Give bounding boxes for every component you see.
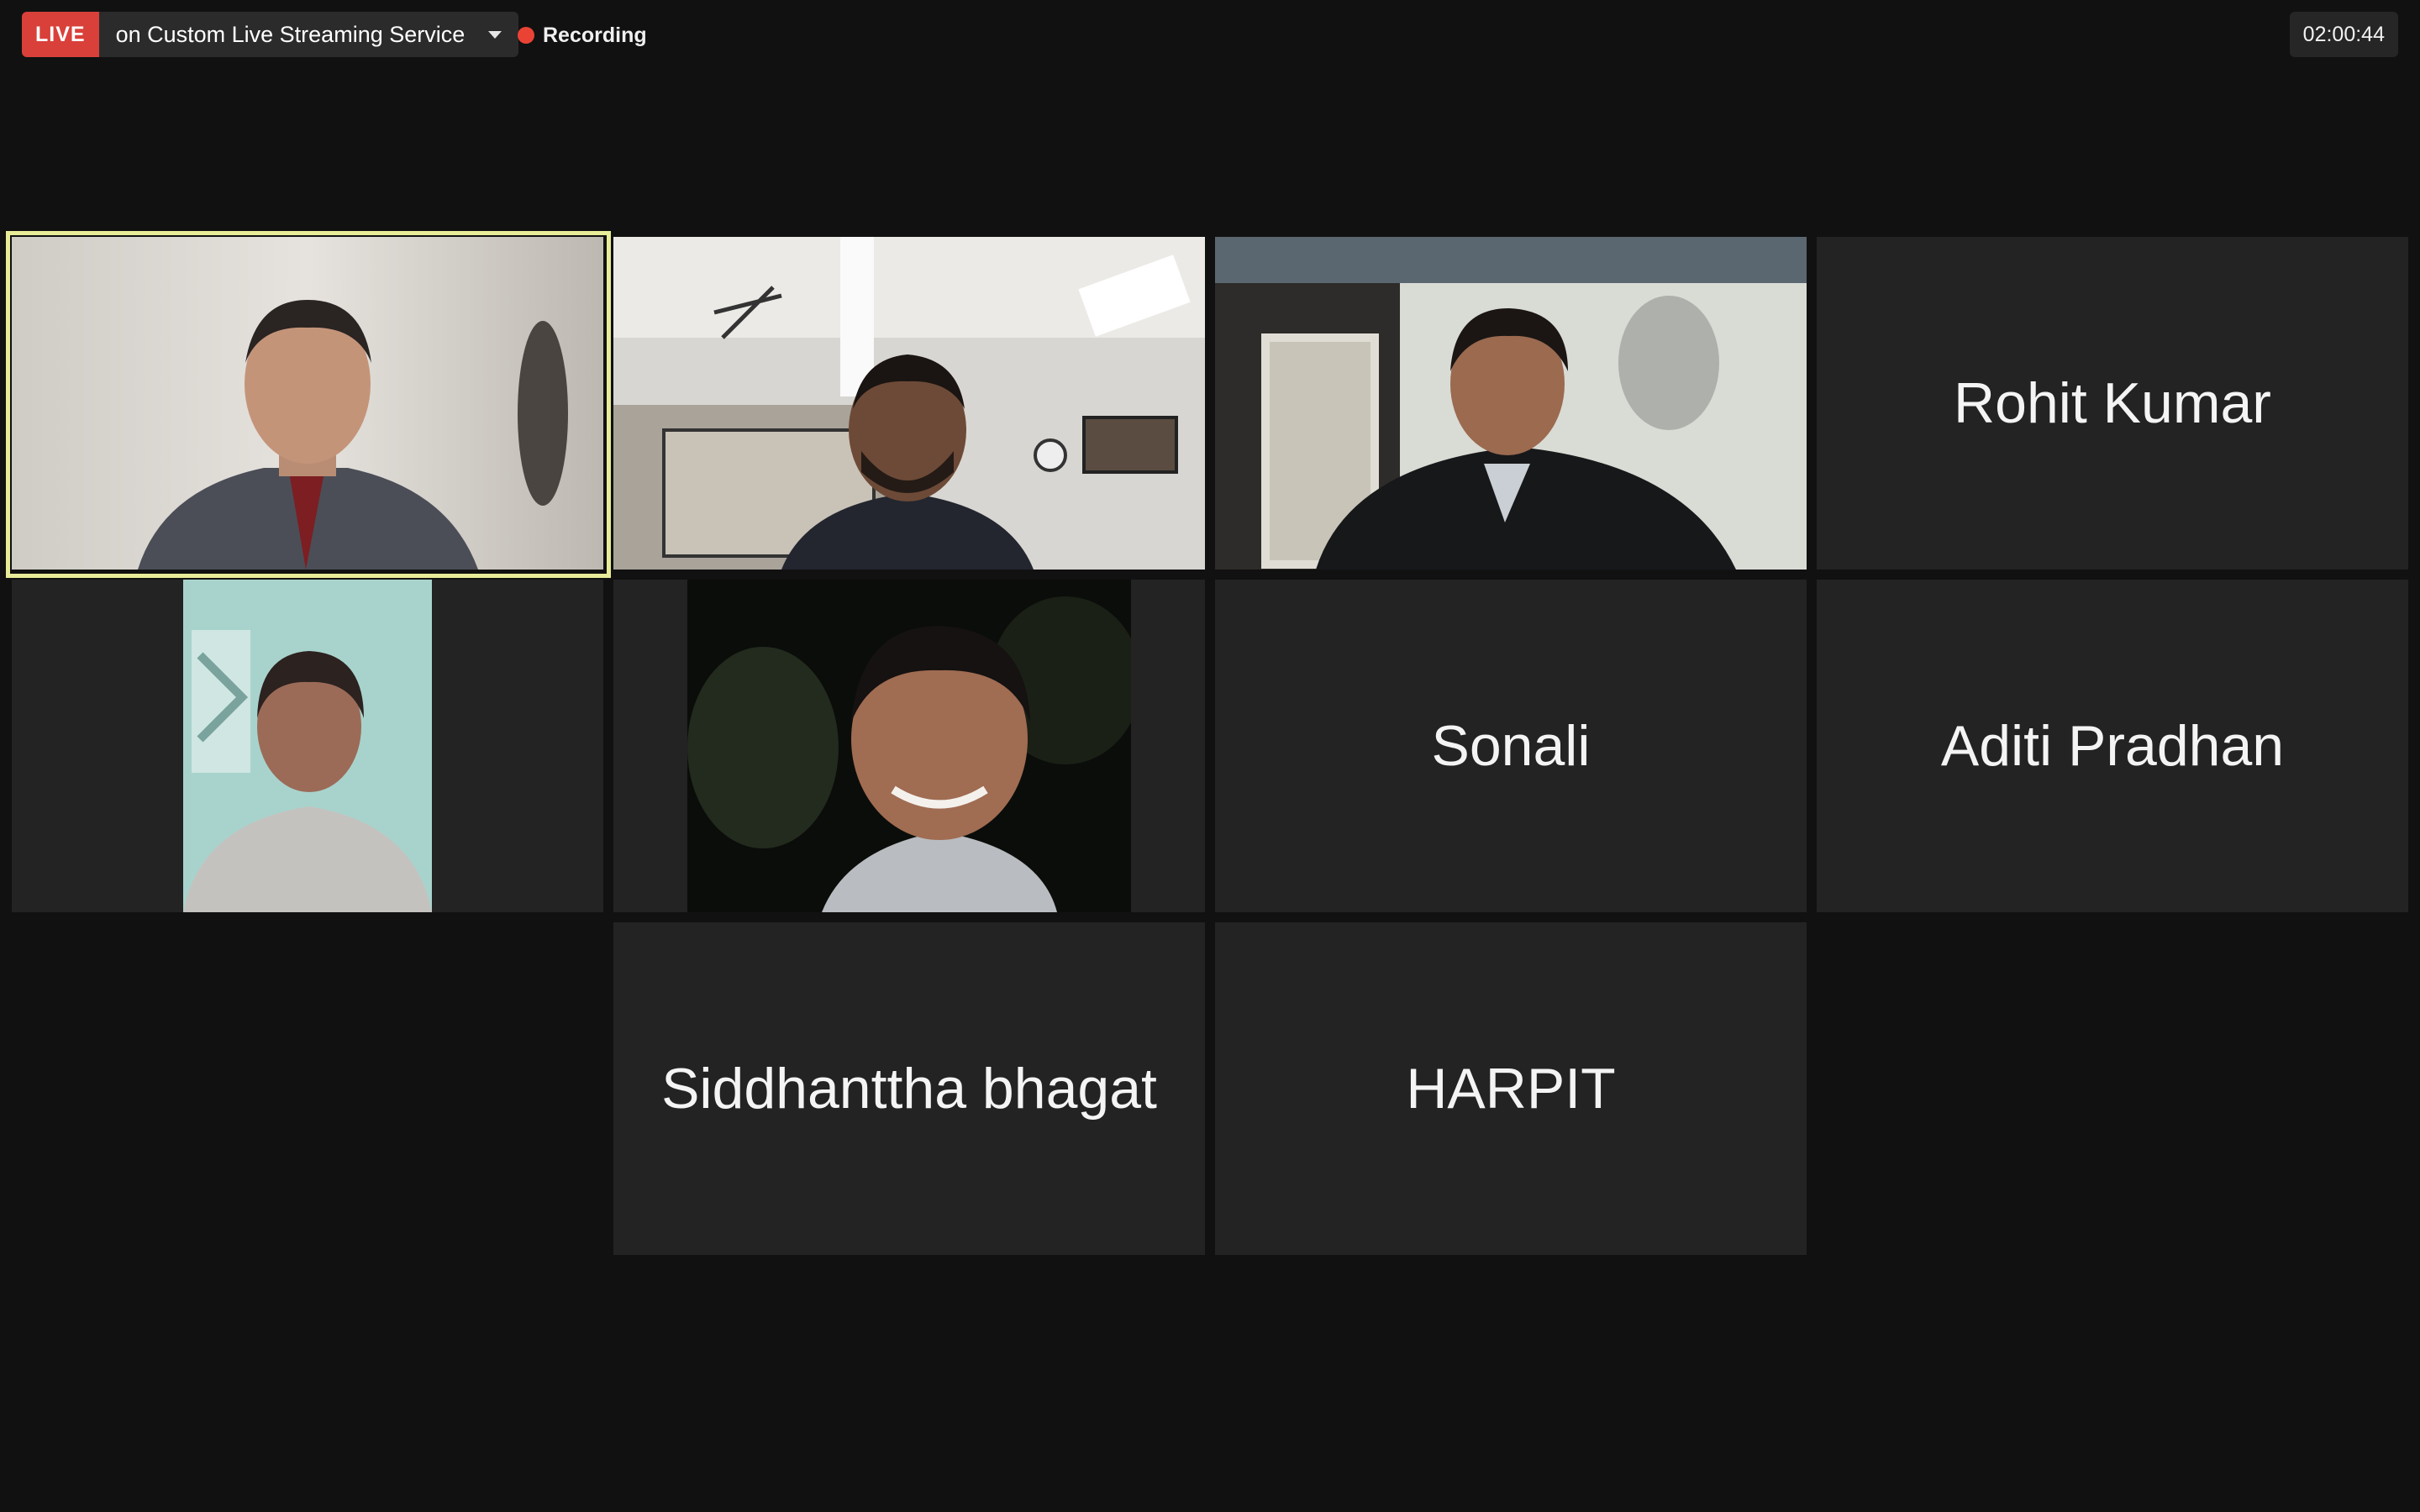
live-stream-control[interactable]: LIVE on Custom Live Streaming Service (22, 12, 519, 57)
participant-name: Sonali (1431, 714, 1591, 778)
meeting-top-bar: LIVE on Custom Live Streaming Service Re… (0, 0, 2420, 76)
participant-tile-7[interactable]: Sonali (1215, 580, 1807, 912)
participant-tile-9[interactable]: Siddhanttha bhagat (613, 922, 1205, 1255)
recording-indicator[interactable]: Recording (518, 20, 647, 50)
participant-tile-6[interactable] (613, 580, 1205, 912)
participant-tile-8[interactable]: Aditi Pradhan (1817, 580, 2408, 912)
stream-service-dropdown[interactable]: on Custom Live Streaming Service (98, 12, 519, 57)
participant-tile-2[interactable] (613, 237, 1205, 570)
participant-name: Aditi Pradhan (1940, 714, 2285, 778)
participant-video-6 (687, 580, 1131, 912)
participant-tile-4[interactable]: Rohit Kumar (1817, 237, 2408, 570)
participant-video-2 (613, 237, 1205, 570)
participant-tile-10[interactable]: HARPIT (1215, 922, 1807, 1255)
record-dot-icon (518, 27, 534, 44)
participant-name: Siddhanttha bhagat (661, 1057, 1157, 1121)
participant-video-3 (1215, 237, 1807, 570)
elapsed-timer: 02:00:44 (2289, 12, 2398, 57)
participant-tile-5[interactable] (12, 580, 603, 912)
participant-name: HARPIT (1406, 1057, 1616, 1121)
recording-label: Recording (543, 23, 647, 47)
stream-service-label: on Custom Live Streaming Service (115, 22, 466, 47)
participant-tile-3[interactable] (1215, 237, 1807, 570)
participant-name: Rohit Kumar (1954, 371, 2271, 435)
active-speaker-border (6, 231, 611, 578)
live-badge: LIVE (22, 12, 99, 57)
chevron-down-icon (488, 30, 502, 39)
participant-video-5 (183, 580, 432, 912)
